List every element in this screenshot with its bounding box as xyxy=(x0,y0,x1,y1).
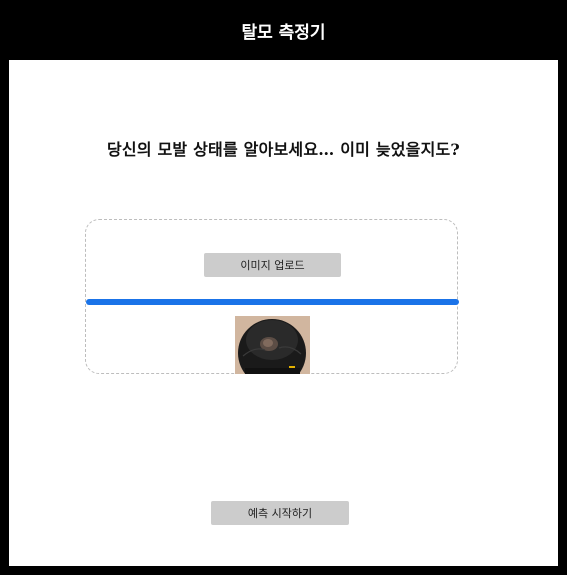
app-window: 탈모 측정기 당신의 모발 상태를 알아보세요… 이미 늦었을지도? 이미지 업… xyxy=(0,0,567,575)
start-prediction-button[interactable]: 예측 시작하기 xyxy=(211,501,349,525)
upload-progress-fill xyxy=(86,299,459,305)
upload-image-button[interactable]: 이미지 업로드 xyxy=(204,253,341,277)
uploaded-image-preview xyxy=(235,316,310,374)
page-headline: 당신의 모발 상태를 알아보세요… 이미 늦었을지도? xyxy=(106,140,461,159)
app-header: 탈모 측정기 xyxy=(0,0,567,60)
upload-dropzone[interactable]: 이미지 업로드 xyxy=(85,219,459,374)
app-title: 탈모 측정기 xyxy=(241,22,326,43)
scalp-photo-icon xyxy=(235,316,310,374)
main-panel: 당신의 모발 상태를 알아보세요… 이미 늦었을지도? 이미지 업로드 예측 시… xyxy=(9,60,558,566)
upload-progress-bar xyxy=(86,299,459,305)
